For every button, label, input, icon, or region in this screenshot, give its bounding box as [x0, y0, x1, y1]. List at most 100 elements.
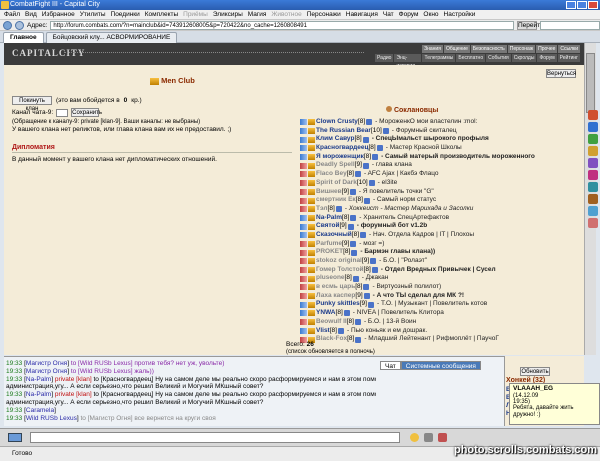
info-icon[interactable] [362, 162, 369, 169]
menu-item[interactable]: Вид [25, 10, 37, 19]
tool-icon[interactable] [588, 194, 598, 204]
menu-item[interactable]: Поединки [111, 10, 140, 19]
tab-club[interactable]: Бойцовский клу... АСВОРМИРОВАНИЕ [45, 32, 178, 43]
chat-author[interactable]: Wild RUSb Lexus [26, 415, 77, 422]
tool-icon[interactable] [588, 158, 598, 168]
close-button[interactable] [588, 1, 598, 9]
channel-input[interactable] [56, 108, 69, 117]
member-name[interactable]: Вишнев [316, 188, 342, 197]
member-name[interactable]: Clown Crusty [316, 118, 358, 127]
info-icon[interactable] [382, 128, 389, 135]
settings-icon[interactable] [424, 433, 433, 442]
clear-icon[interactable] [438, 433, 447, 442]
member-name[interactable]: Parfume [316, 240, 342, 249]
chat-input[interactable] [30, 432, 400, 443]
member-name[interactable]: stokoz original [316, 257, 362, 266]
notification-popup[interactable]: VLAAAH_EG (14.12.09 19:35) Ребята, давай… [509, 383, 600, 425]
info-icon[interactable] [367, 301, 374, 308]
menu-item[interactable]: Персонажи [307, 10, 341, 19]
tool-icon[interactable] [588, 206, 598, 216]
member-name[interactable]: Гомер Толстой [316, 266, 364, 275]
tool-icon[interactable] [588, 170, 598, 180]
member-name[interactable]: Flaco Bey [316, 170, 347, 179]
info-icon[interactable] [351, 249, 358, 256]
info-icon[interactable] [354, 171, 361, 178]
chat-author[interactable]: Na-Palm [26, 391, 51, 398]
back-icon[interactable] [3, 20, 12, 30]
member-name[interactable]: Vlist [316, 327, 330, 336]
chat-author[interactable]: Магистр Огня [26, 360, 67, 367]
member-name[interactable]: Na-Palm [316, 214, 342, 223]
header-nav-item[interactable]: Знания [422, 45, 443, 53]
member-name[interactable]: Punky skittles [316, 300, 360, 309]
search-input[interactable] [540, 20, 600, 30]
info-icon[interactable] [349, 188, 356, 195]
info-icon[interactable] [376, 145, 383, 152]
member-name[interactable]: The Russian Bear [316, 127, 371, 136]
send-icon[interactable] [8, 433, 22, 442]
info-icon[interactable] [354, 319, 361, 326]
chat-time[interactable]: 19:33 [6, 391, 22, 398]
info-icon[interactable] [363, 284, 370, 291]
member-name[interactable]: Сказочный [316, 231, 352, 240]
menu-item[interactable]: Окно [423, 10, 438, 19]
member-name[interactable]: YNWA [316, 309, 336, 318]
tool-icon[interactable] [588, 146, 598, 156]
go-button[interactable]: Перейти [517, 20, 544, 30]
leave-clan-button[interactable]: Покинуть клан [12, 96, 52, 112]
menu-item[interactable]: Комплекты [145, 10, 178, 19]
tool-icon[interactable] [588, 122, 598, 132]
header-nav-item[interactable]: Телеграммы [422, 54, 456, 62]
member-name[interactable]: Клим Савур [316, 135, 354, 144]
header-nav-item[interactable]: События [486, 54, 511, 62]
address-input[interactable]: http://forum.combats.com/?n=mainclub&id=… [50, 20, 514, 30]
member-name[interactable]: Красногвардеец [316, 144, 368, 153]
header-nav-item[interactable]: Скролды [511, 54, 537, 62]
save-channel-button[interactable]: Сохранить [71, 108, 102, 117]
member-name[interactable]: PROKET [316, 248, 343, 257]
info-icon[interactable] [371, 267, 378, 274]
chat-time[interactable]: 19:33 [6, 360, 22, 367]
header-nav-item[interactable]: Персонаж [507, 45, 536, 53]
menu-item[interactable]: Приёмы [183, 10, 208, 19]
info-icon[interactable] [350, 240, 357, 247]
header-nav-item[interactable]: Бесплатно [456, 54, 486, 62]
tool-icon[interactable] [588, 134, 598, 144]
chat-author[interactable]: Caramela [26, 407, 54, 414]
info-icon[interactable] [343, 310, 350, 317]
menu-item[interactable]: Настройки [444, 10, 476, 19]
info-icon[interactable] [368, 180, 375, 187]
chat-time[interactable]: 19:33 [6, 376, 22, 383]
info-icon[interactable] [370, 258, 377, 265]
menu-item[interactable]: Навигация [346, 10, 378, 19]
header-nav-item[interactable]: Энц-история [394, 54, 422, 69]
menu-item[interactable]: Утилиты [80, 10, 106, 19]
member-name[interactable]: Black-Fox [316, 335, 347, 344]
chat-author[interactable]: Магистр Огня [26, 368, 67, 375]
header-nav-item[interactable]: Безопасность [470, 45, 507, 53]
member-name[interactable]: в есмь царь [316, 283, 355, 292]
menu-item[interactable]: Магия [248, 10, 267, 19]
header-nav-item[interactable]: Прочее [536, 45, 558, 53]
info-icon[interactable] [363, 197, 370, 204]
info-icon[interactable] [355, 336, 362, 343]
member-name[interactable]: Я мороженщик [316, 153, 364, 162]
info-icon[interactable] [362, 136, 369, 143]
member-name[interactable]: Святой [316, 222, 339, 231]
smile-icon[interactable] [410, 433, 419, 442]
tab-chat[interactable]: Чат [380, 361, 401, 370]
chat-author[interactable]: Na-Palm [26, 376, 51, 383]
header-nav-item[interactable]: Ссылки [558, 45, 580, 53]
info-icon[interactable] [347, 223, 354, 230]
menu-item[interactable]: Избранное [42, 10, 75, 19]
tool-icon[interactable] [588, 110, 598, 120]
tab-system-messages[interactable]: Системные сообщения [400, 361, 481, 370]
info-icon[interactable] [337, 327, 344, 334]
header-nav-item[interactable]: Радио [375, 54, 394, 62]
member-name[interactable]: Deadly Spell [316, 161, 355, 170]
menu-item[interactable]: Животное [271, 10, 301, 19]
member-name[interactable]: Beowulf II [316, 318, 347, 327]
info-icon[interactable] [366, 119, 373, 126]
info-icon[interactable] [372, 154, 379, 161]
info-icon[interactable] [360, 232, 367, 239]
